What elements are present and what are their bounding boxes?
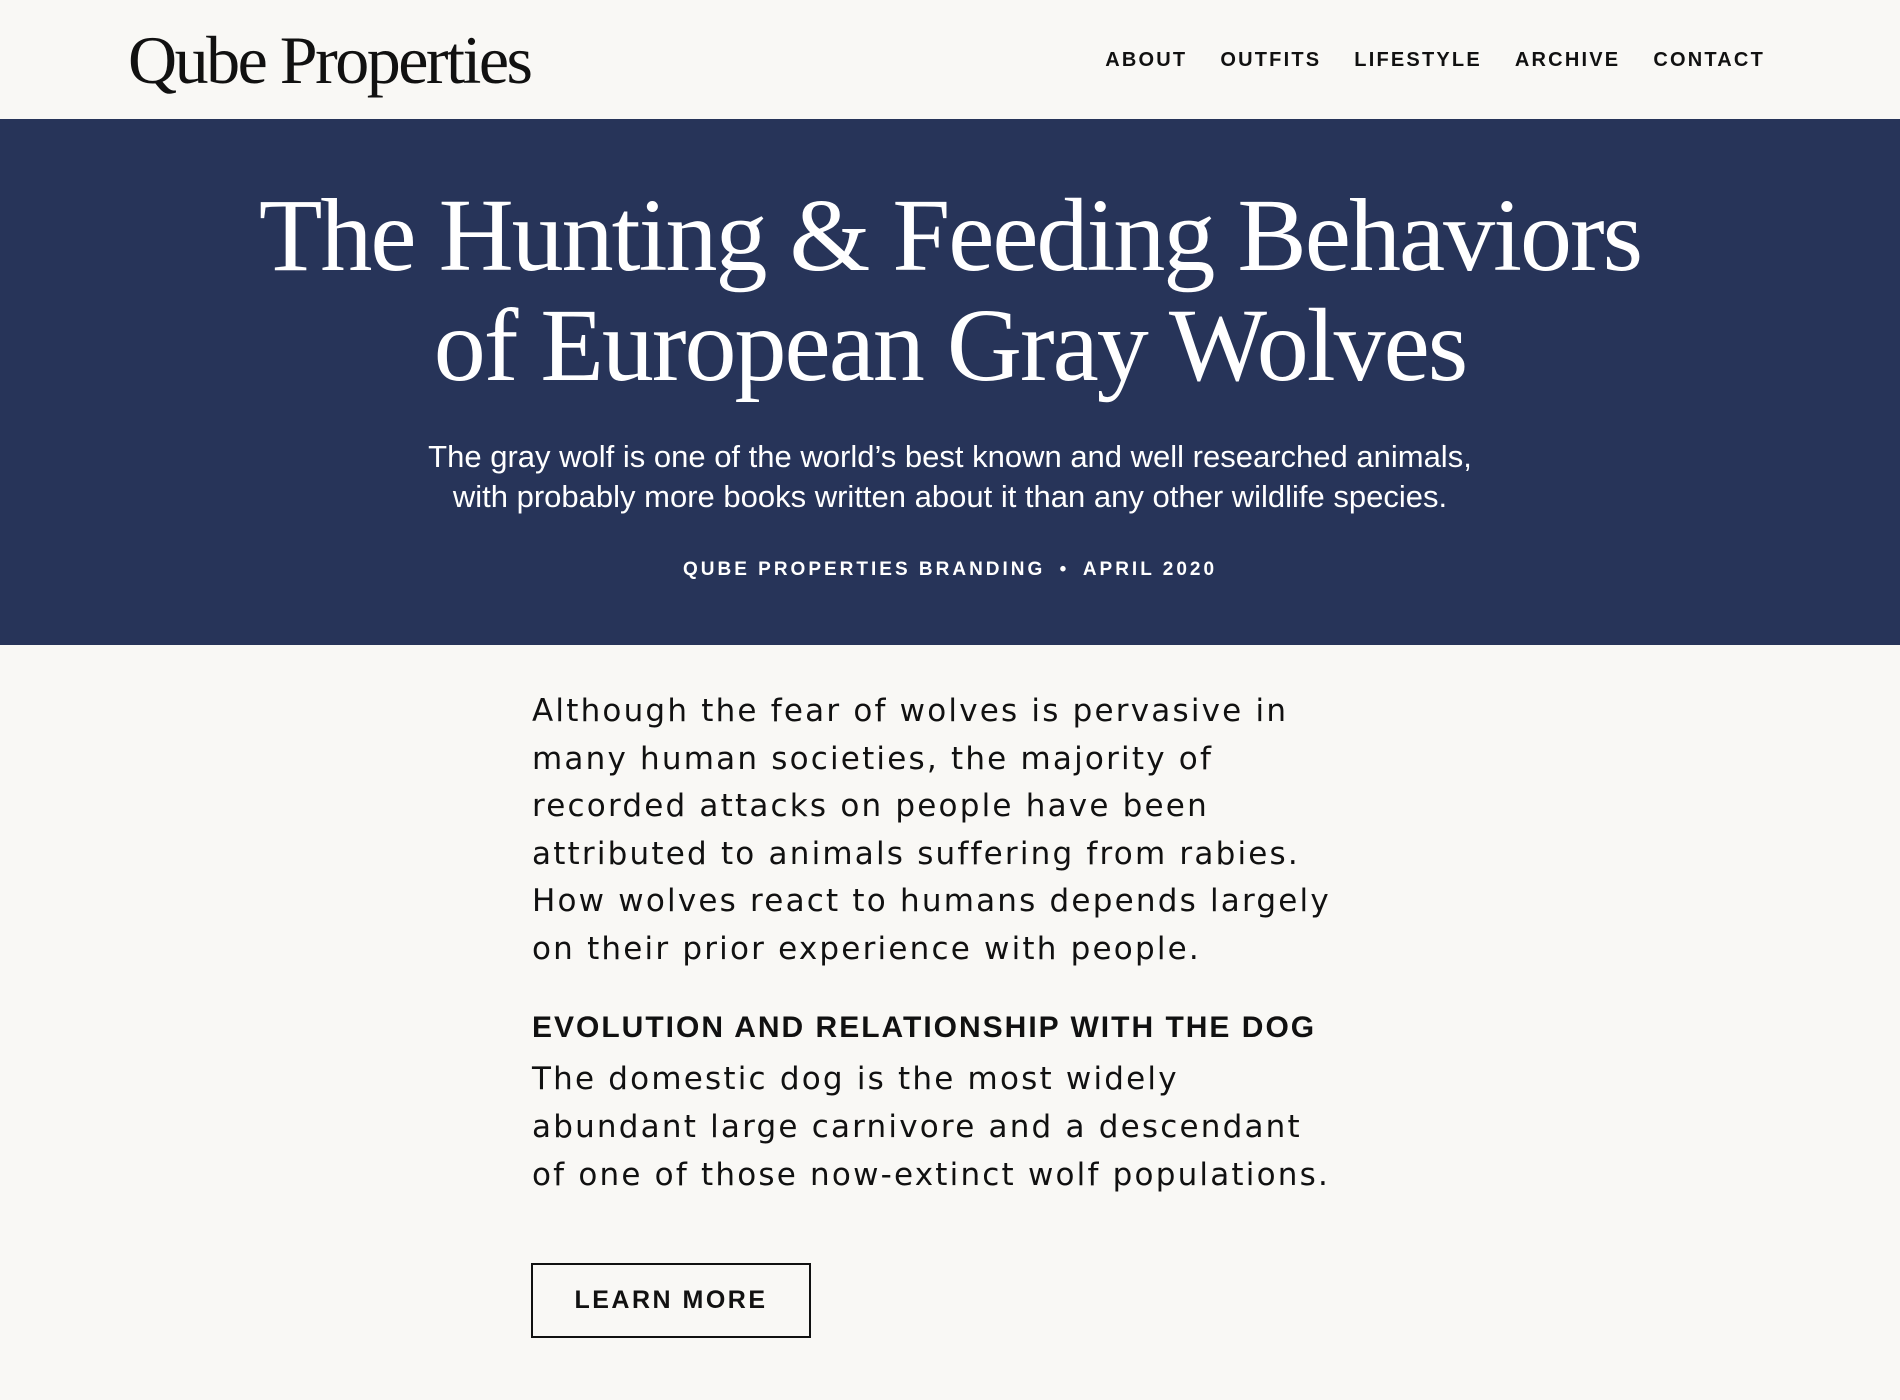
intro-line: recorded attacks on people have been bbox=[532, 788, 1209, 824]
meta-separator: • bbox=[1059, 559, 1070, 580]
section-line: abundant large carnivore and a descendan… bbox=[532, 1109, 1302, 1145]
post-author: QUBE PROPERTIES BRANDING bbox=[682, 559, 1046, 580]
page-title-line: The Hunting & Feeding Behaviors bbox=[258, 178, 1643, 293]
intro-line: attributed to animals suffering from rab… bbox=[532, 835, 1300, 872]
article-body: Although the fear of wolves is pervasive… bbox=[532, 688, 1352, 1199]
hero-subtitle-line: with probably more books written about i… bbox=[452, 479, 1448, 514]
hero-banner: The Hunting & Feeding Behaviors of Europ… bbox=[0, 119, 1900, 645]
nav-link-about[interactable]: ABOUT bbox=[1105, 46, 1187, 74]
section-heading: EVOLUTION AND RELATIONSHIP WITH THE DOG bbox=[532, 1011, 1317, 1044]
intro-line: How wolves react to humans depends large… bbox=[532, 883, 1331, 919]
page-title: The Hunting & Feeding Behaviors of Europ… bbox=[0, 181, 1900, 401]
section-paragraph: The domestic dog is the most widely abun… bbox=[532, 1055, 1352, 1199]
intro-line: many human societies, the majority of bbox=[532, 740, 1214, 777]
post-meta: QUBE PROPERTIES BRANDING • APRIL 2020 bbox=[0, 559, 1900, 581]
nav-link-lifestyle[interactable]: LIFESTYLE bbox=[1354, 46, 1482, 74]
nav-link-archive[interactable]: ARCHIVE bbox=[1515, 46, 1620, 74]
hero-subtitle-line: The gray wolf is one of the world’s best… bbox=[428, 439, 1472, 474]
site-header: Qube Properties ABOUT OUTFITS LIFESTYLE … bbox=[0, 0, 1900, 119]
intro-paragraph: Although the fear of wolves is pervasive… bbox=[532, 688, 1352, 973]
nav-link-outfits[interactable]: OUTFITS bbox=[1220, 46, 1321, 74]
main-nav: ABOUT OUTFITS LIFESTYLE ARCHIVE CONTACT bbox=[1105, 46, 1765, 74]
intro-line: on their prior experience with people. bbox=[532, 930, 1201, 967]
intro-line: Although the fear of wolves is pervasive… bbox=[532, 693, 1289, 729]
post-date: APRIL 2020 bbox=[1082, 559, 1218, 580]
learn-more-button[interactable]: LEARN MORE bbox=[531, 1263, 811, 1338]
section-line: The domestic dog is the most widely bbox=[532, 1061, 1179, 1097]
page-title-line: of European Gray Wolves bbox=[433, 288, 1469, 403]
site-logo[interactable]: Qube Properties bbox=[128, 20, 533, 100]
section-line: of one of those now-extinct wolf populat… bbox=[532, 1157, 1331, 1193]
nav-link-contact[interactable]: CONTACT bbox=[1653, 46, 1765, 74]
hero-subtitle: The gray wolf is one of the world’s best… bbox=[340, 437, 1560, 517]
